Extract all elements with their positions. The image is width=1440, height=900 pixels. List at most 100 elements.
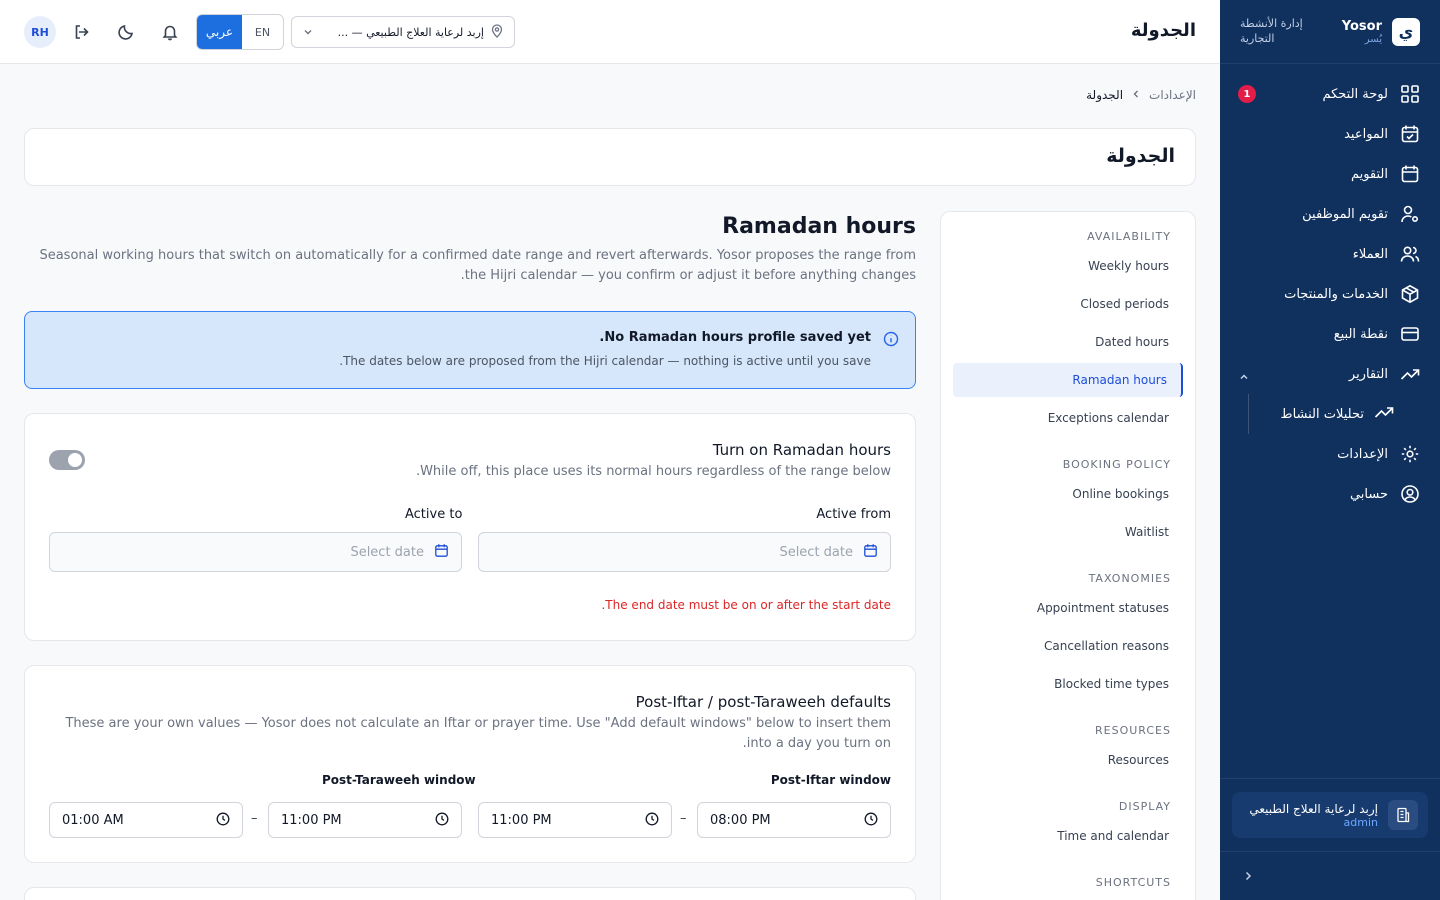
- brand-name-ar: يُسر: [1364, 33, 1382, 45]
- moon-icon[interactable]: [116, 22, 136, 42]
- settings-group-resources: RESOURCES: [1095, 724, 1171, 737]
- sidebar-item-calendar[interactable]: التقويم: [1220, 154, 1440, 194]
- trending-up-icon: [1374, 402, 1394, 426]
- card-title: Post-Iftar / post-Taraweeh defaults: [635, 693, 891, 711]
- section-description: Seasonal working hours that switch on au…: [39, 248, 916, 283]
- settings-group-display: DISPLAY: [1118, 800, 1171, 813]
- clock-icon: [216, 811, 230, 830]
- post-taraweeh-end-time[interactable]: 01:00 AM: [49, 802, 243, 838]
- post-iftar-start-time[interactable]: 08:00 PM: [697, 802, 891, 838]
- section-title: Ramadan hours: [722, 214, 916, 239]
- clock-icon: [864, 811, 878, 830]
- active-to-label: Active to: [405, 507, 463, 522]
- divider: [1220, 851, 1440, 852]
- card-description: These are your own values — Yosor does n…: [65, 716, 891, 751]
- sidebar-item-pos[interactable]: نقطة البيع: [1220, 314, 1440, 354]
- active-from-date-input[interactable]: Select date: [478, 532, 891, 572]
- date-placeholder: Select date: [779, 544, 853, 560]
- settings-item-weekly-hours[interactable]: Weekly hours: [953, 249, 1183, 283]
- page-heading: الجدولة: [1130, 20, 1196, 41]
- active-from-label: Active from: [816, 507, 891, 522]
- sidebar-item-label: التقارير: [1348, 366, 1388, 382]
- sidebar-item-services-products[interactable]: الخدمات والمنتجات: [1220, 274, 1440, 314]
- active-to-date-input[interactable]: Select date: [49, 532, 462, 572]
- date-placeholder: Select date: [350, 544, 424, 560]
- settings-item-exceptions-calendar[interactable]: Exceptions calendar: [953, 401, 1183, 435]
- post-taraweeh-start-time[interactable]: 11:00 PM: [268, 802, 462, 838]
- sidebar-subitem-activity-analytics[interactable]: تحليلات النشاط: [1220, 394, 1440, 434]
- time-value: 08:00 PM: [710, 812, 771, 828]
- logout-icon[interactable]: [72, 22, 92, 42]
- user-cog-icon: [1400, 204, 1420, 224]
- info-icon: [883, 331, 899, 351]
- brand-name: Yosor: [1341, 18, 1382, 34]
- settings-item-time-and-calendar[interactable]: Time and calendar: [953, 819, 1183, 853]
- alert-text: The dates below are proposed from the Hi…: [339, 354, 871, 368]
- settings-item-blocked-time-types[interactable]: Blocked time types: [953, 667, 1183, 701]
- map-pin-icon: [490, 23, 504, 42]
- sidebar-item-dashboard[interactable]: لوحة التحكم 1: [1220, 74, 1440, 114]
- next-card: [24, 887, 916, 900]
- lang-arabic-button[interactable]: عربي: [197, 15, 242, 49]
- bell-icon[interactable]: [160, 22, 180, 42]
- time-value: 11:00 PM: [281, 812, 342, 828]
- sidebar-item-label: لوحة التحكم: [1322, 86, 1388, 102]
- date-range-error: The end date must be on or after the sta…: [601, 598, 891, 612]
- settings-item-online-bookings[interactable]: Online bookings: [953, 477, 1183, 511]
- settings-item-closed-periods[interactable]: Closed periods: [953, 287, 1183, 321]
- post-taraweeh-label: Post-Taraweeh window: [322, 773, 476, 787]
- avatar[interactable]: RH: [24, 16, 56, 48]
- time-value: 01:00 AM: [62, 812, 124, 828]
- settings-group-booking-policy: BOOKING POLICY: [1062, 458, 1171, 471]
- clock-icon: [435, 811, 449, 830]
- calendar-icon: [863, 543, 878, 562]
- settings-item-ramadan-hours[interactable]: Ramadan hours: [953, 363, 1183, 397]
- ramadan-hours-toggle[interactable]: [49, 450, 85, 470]
- chevron-down-icon: [302, 23, 314, 42]
- user-circle-icon: [1400, 484, 1420, 504]
- sidebar-item-settings[interactable]: الإعدادات: [1220, 434, 1440, 474]
- settings-item-appointment-statuses[interactable]: Appointment statuses: [953, 591, 1183, 625]
- breadcrumb-settings-link[interactable]: الإعدادات: [1149, 88, 1196, 102]
- sidebar-item-my-account[interactable]: حسابي: [1220, 474, 1440, 514]
- post-iftar-defaults-card: Post-Iftar / post-Taraweeh defaults Thes…: [24, 665, 916, 863]
- sidebar-item-clients[interactable]: العملاء: [1220, 234, 1440, 274]
- credit-card-icon: [1400, 324, 1420, 344]
- post-iftar-label: Post-Iftar window: [770, 773, 891, 787]
- sidebar-item-label: الإعدادات: [1337, 446, 1388, 462]
- info-alert: No Ramadan hours profile saved yet. The …: [24, 311, 916, 389]
- sidebar-item-label: الخدمات والمنتجات: [1284, 286, 1388, 302]
- alert-title: No Ramadan hours profile saved yet.: [599, 330, 871, 345]
- chevron-up-icon[interactable]: [1238, 368, 1250, 380]
- settings-item-resources[interactable]: Resources: [953, 743, 1183, 777]
- sidebar-item-appointments[interactable]: المواعيد: [1220, 114, 1440, 154]
- calendar-icon: [1400, 164, 1420, 184]
- settings-group-shortcuts: SHORTCUTS: [1095, 876, 1171, 889]
- page-title: الجدولة: [1106, 145, 1175, 167]
- notification-badge: 1: [1238, 85, 1256, 103]
- organization-switcher[interactable]: إربد لرعاية العلاج الطبيعي admin: [1232, 792, 1428, 838]
- language-switcher: عربي EN: [196, 14, 284, 50]
- settings-item-waitlist[interactable]: Waitlist: [953, 515, 1183, 549]
- range-dash: –: [680, 811, 687, 826]
- calendar-icon: [434, 543, 449, 562]
- sidebar-item-label: تحليلات النشاط: [1280, 406, 1364, 422]
- brand-logo[interactable]: ي: [1392, 17, 1420, 46]
- settings-group-availability: AVAILABILITY: [1087, 230, 1171, 243]
- clock-icon: [645, 811, 659, 830]
- sidebar-item-label: المواعيد: [1344, 126, 1388, 142]
- building-icon: [1388, 800, 1418, 830]
- location-select[interactable]: إربد لرعاية العلاج الطبيعي — ...: [291, 16, 515, 48]
- package-icon: [1400, 284, 1420, 304]
- post-iftar-end-time[interactable]: 11:00 PM: [478, 802, 672, 838]
- chevron-right-icon[interactable]: [1242, 868, 1254, 887]
- sidebar-header: ي Yosor يُسر إدارة الأنشطة التجارية: [1220, 0, 1440, 64]
- users-icon: [1400, 244, 1420, 264]
- lang-english-button[interactable]: EN: [242, 15, 283, 49]
- organization-info: إربد لرعاية العلاج الطبيعي admin: [1249, 802, 1378, 829]
- sidebar-item-reports[interactable]: التقارير: [1220, 354, 1440, 394]
- settings-item-cancellation-reasons[interactable]: Cancellation reasons: [953, 629, 1183, 663]
- settings-nav: AVAILABILITY Weekly hours Closed periods…: [940, 211, 1196, 900]
- sidebar-item-staff-calendar[interactable]: تقويم الموظفين: [1220, 194, 1440, 234]
- settings-item-dated-hours[interactable]: Dated hours: [953, 325, 1183, 359]
